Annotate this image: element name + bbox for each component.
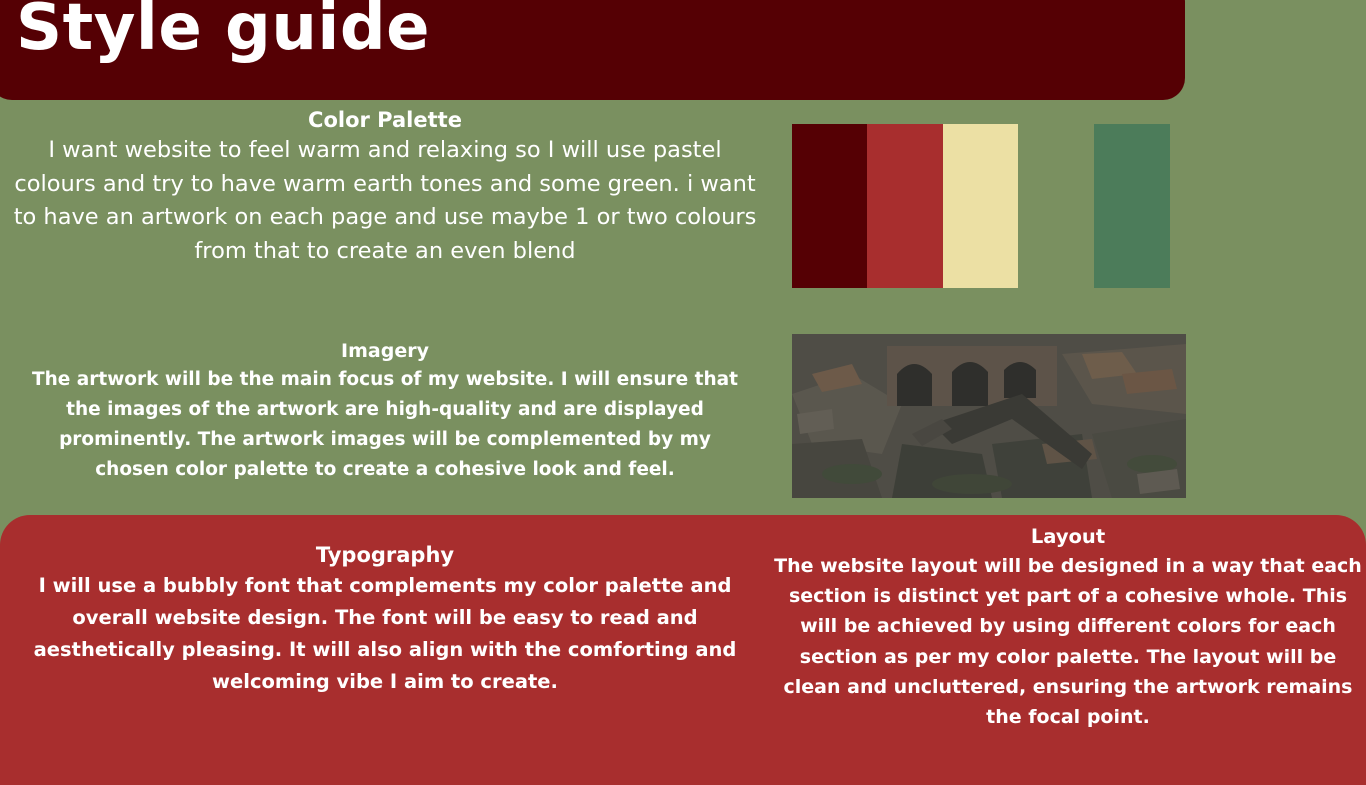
layout-heading: Layout (1030, 525, 1106, 548)
artwork-painting (792, 334, 1186, 498)
imagery-heading: Imagery (341, 340, 429, 362)
color-palette-heading: Color Palette (308, 108, 462, 132)
imagery-description: The artwork will be the main focus of my… (31, 369, 739, 480)
page-title: Style guide (16, 0, 431, 65)
artwork-image (792, 334, 1186, 498)
swatch-red (867, 124, 943, 288)
swatch-cream (943, 124, 1019, 288)
swatch-green (1094, 124, 1170, 288)
color-swatches (792, 124, 1170, 288)
imagery-section: Imagery The artwork will be the main foc… (0, 338, 770, 485)
swatch-olive (1018, 124, 1094, 288)
typography-heading: Typography (315, 543, 455, 567)
color-palette-section: Color Palette I want website to feel war… (0, 106, 770, 268)
layout-description: The website layout will be designed in a… (774, 555, 1362, 729)
swatch-dark-maroon (792, 124, 868, 288)
color-palette-description: I want website to feel warm and relaxing… (13, 137, 757, 264)
typography-description: I will use a bubbly font that complement… (33, 574, 737, 693)
typography-section: Typography I will use a bubbly font that… (0, 540, 770, 698)
layout-section: Layout The website layout will be design… (770, 522, 1366, 732)
title-bar: Style guide (0, 0, 1185, 100)
